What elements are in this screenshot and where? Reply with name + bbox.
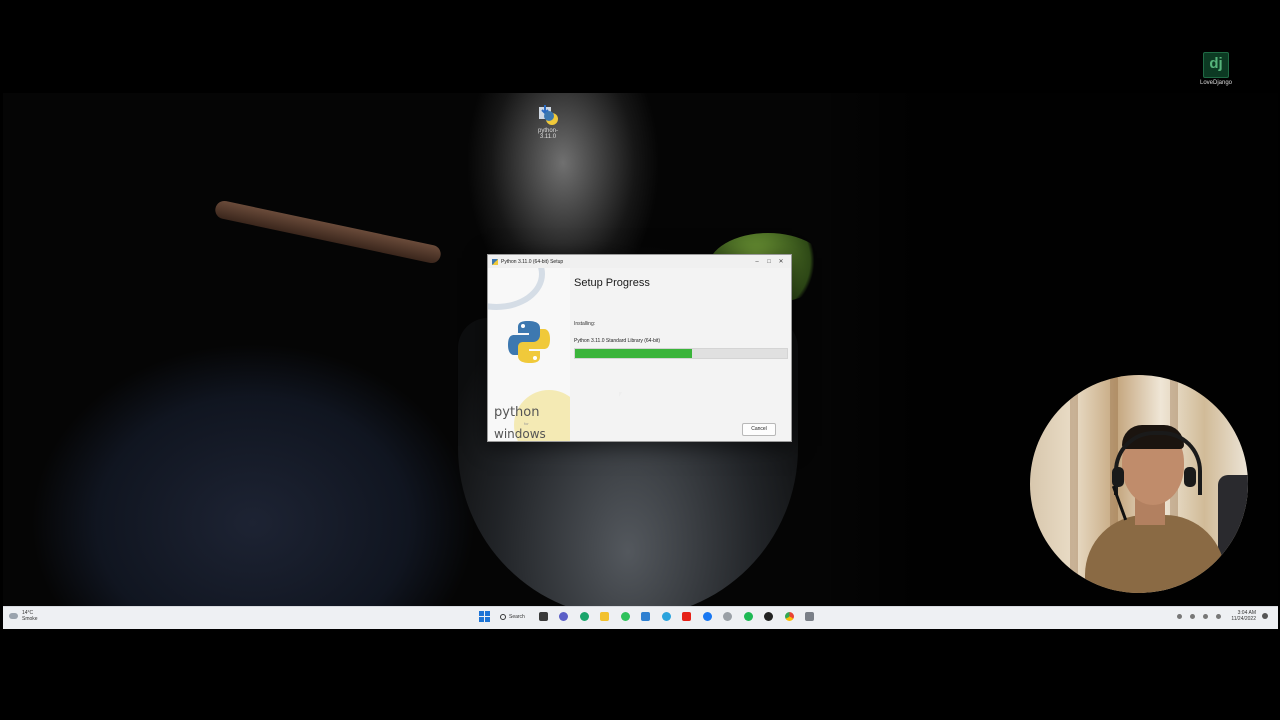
python-logo-icon xyxy=(508,321,550,363)
mouse-cursor-icon xyxy=(619,392,622,397)
weather-icon xyxy=(9,613,18,619)
webcam-overlay xyxy=(1030,375,1248,593)
notification-icon[interactable] xyxy=(1262,613,1268,619)
edge-icon[interactable] xyxy=(579,612,589,621)
desktop-icon-python-installer[interactable]: python-3.11.0 xyxy=(530,104,566,140)
wifi-app-icon[interactable] xyxy=(723,612,733,621)
system-tray: 3:04 AM 11/24/2022 xyxy=(1169,610,1268,622)
side-text-for: for xyxy=(524,421,529,426)
desktop-icon-django[interactable]: dj LoveDjango xyxy=(1196,52,1236,86)
youtube-icon[interactable] xyxy=(682,612,692,621)
side-text-windows: windows xyxy=(494,427,546,441)
microphone-icon[interactable] xyxy=(1190,613,1196,619)
window-title: Python 3.11.0 (64-bit) Setup xyxy=(501,258,564,265)
telegram-icon[interactable] xyxy=(661,612,671,621)
settings-icon[interactable] xyxy=(805,612,815,621)
maximize-icon: □ xyxy=(767,258,771,265)
store-icon[interactable] xyxy=(641,612,651,621)
taskbar-apps: Search xyxy=(479,611,826,622)
volume-icon[interactable] xyxy=(1216,613,1222,619)
page-title: Setup Progress xyxy=(574,277,650,289)
installer-side-banner: python for windows xyxy=(488,268,570,441)
window-titlebar[interactable]: Python 3.11.0 (64-bit) Setup – □ ✕ xyxy=(488,255,791,268)
desktop-icon-label: LoveDjango xyxy=(1199,80,1233,86)
progress-bar xyxy=(574,348,788,359)
weather-condition: Smoke xyxy=(22,616,38,622)
weather-widget[interactable]: 14°C Smoke xyxy=(9,610,38,622)
spotify-icon[interactable] xyxy=(743,612,753,621)
progress-fill xyxy=(575,349,692,358)
clock[interactable]: 3:04 AM 11/24/2022 xyxy=(1231,610,1256,622)
file-explorer-icon[interactable] xyxy=(538,612,548,621)
python-icon xyxy=(492,258,498,265)
close-icon[interactable]: ✕ xyxy=(775,258,787,265)
search-icon xyxy=(500,613,506,620)
chat-icon[interactable] xyxy=(559,612,569,621)
chrome-icon[interactable] xyxy=(784,612,794,621)
wifi-icon[interactable] xyxy=(1203,613,1209,619)
taskbar-search[interactable]: Search xyxy=(500,613,525,620)
facebook-icon[interactable] xyxy=(702,612,712,621)
clock-date: 11/24/2022 xyxy=(1231,616,1256,622)
start-button[interactable] xyxy=(479,611,490,622)
cancel-button[interactable]: Cancel xyxy=(742,423,776,436)
current-component: Python 3.11.0 Standard Library (64-bit) xyxy=(574,338,661,344)
status-label: Installing: xyxy=(574,321,596,327)
desktop-icon-label: python-3.11.0 xyxy=(537,128,558,140)
python-setup-window: Python 3.11.0 (64-bit) Setup – □ ✕ pytho… xyxy=(487,254,792,442)
django-icon: dj xyxy=(1203,52,1229,78)
search-label: Search xyxy=(509,613,525,620)
folder-icon[interactable] xyxy=(600,612,610,621)
whatsapp-icon[interactable] xyxy=(620,612,630,621)
python-installer-icon xyxy=(539,105,558,125)
installer-content: Setup Progress Installing: Python 3.11.0… xyxy=(574,268,791,441)
obs-icon[interactable] xyxy=(764,612,774,621)
minimize-icon[interactable]: – xyxy=(751,259,763,265)
chevron-up-icon[interactable] xyxy=(1177,613,1183,619)
taskbar: 14°C Smoke Search 3:04 AM 11/24/2022 xyxy=(3,606,1278,629)
side-text-python: python xyxy=(494,405,540,420)
